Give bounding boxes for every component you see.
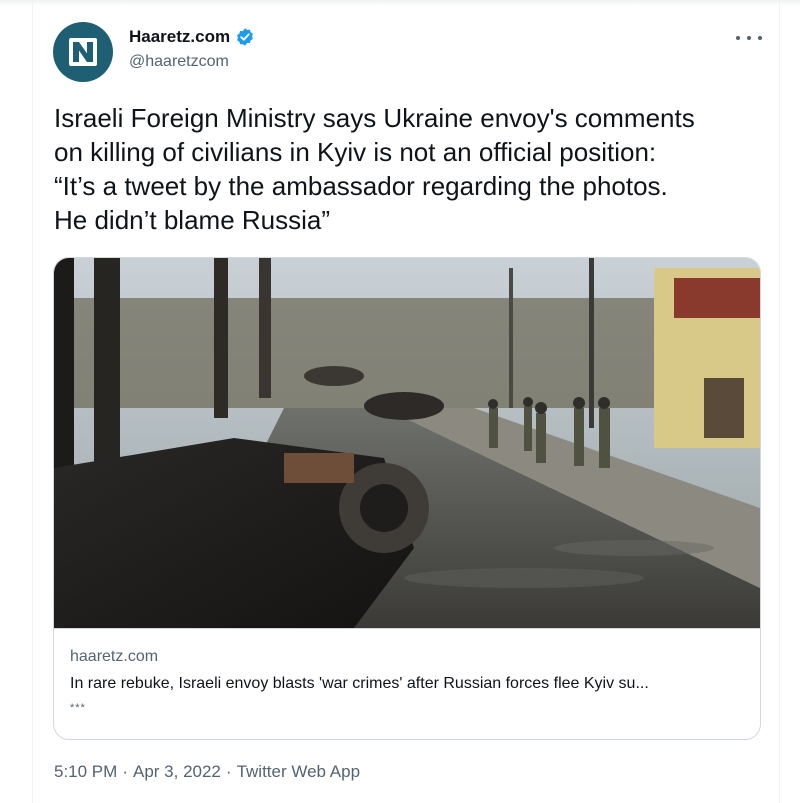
tweet-time[interactable]: 5:10 PM [54, 762, 117, 782]
more-dot-icon [747, 36, 751, 40]
author-name[interactable]: Haaretz.com [129, 27, 255, 47]
more-dot-icon [758, 36, 762, 40]
link-preview-card[interactable]: haaretz.com In rare rebuke, Israeli envo… [53, 257, 761, 740]
tweet-metadata: 5:10 PM · Apr 3, 2022 · Twitter Web App [54, 762, 360, 782]
meta-separator: · [122, 762, 128, 781]
card-image[interactable] [54, 258, 760, 629]
author-name-text[interactable]: Haaretz.com [129, 27, 230, 47]
tweet-source[interactable]: Twitter Web App [237, 762, 360, 782]
more-options-button[interactable] [736, 28, 762, 48]
verified-badge-icon [237, 28, 254, 46]
avatar[interactable] [53, 22, 113, 82]
tweet-text: Israeli Foreign Ministry says Ukraine en… [54, 103, 695, 235]
author-handle[interactable]: @haaretzcom [129, 53, 229, 71]
more-dot-icon [736, 36, 740, 40]
card-description: *** [70, 702, 86, 714]
tweet-date[interactable]: Apr 3, 2022 [133, 762, 221, 782]
card-title: In rare rebuke, Israeli envoy blasts 'wa… [70, 675, 649, 692]
haaretz-logo-icon [69, 38, 97, 66]
meta-separator: · [225, 762, 232, 781]
card-domain: haaretz.com [70, 648, 159, 665]
